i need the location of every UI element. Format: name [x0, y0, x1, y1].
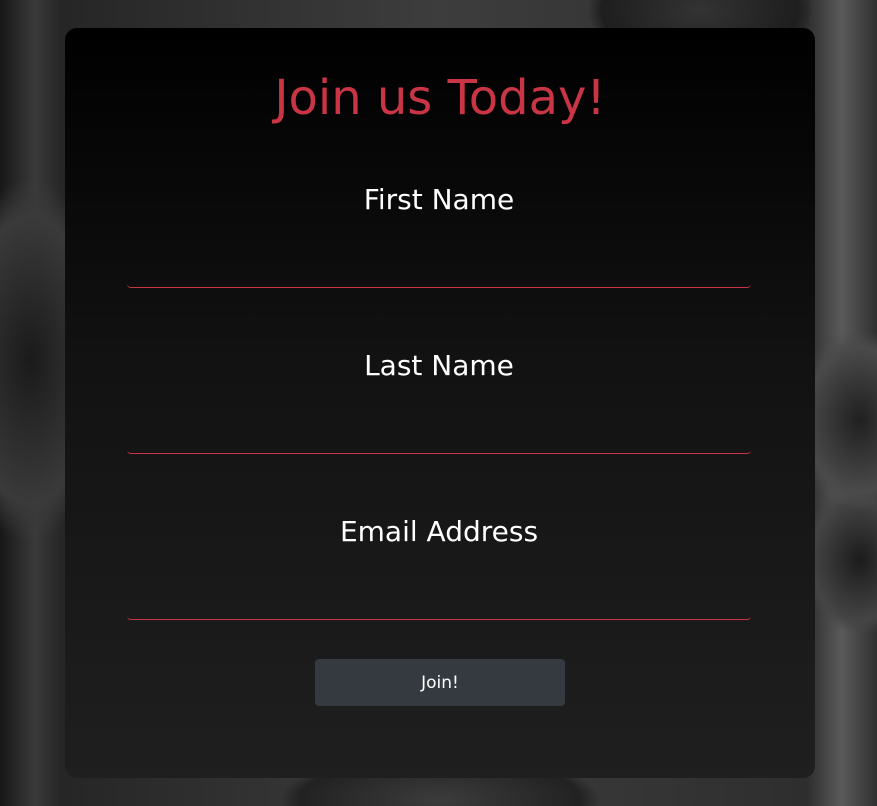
- last-name-field-group: Last Name: [127, 348, 751, 454]
- form-title: Join us Today!: [274, 70, 606, 126]
- signup-card: Join us Today! First Name Last Name Emai…: [65, 28, 815, 778]
- first-name-field-group: First Name: [127, 182, 751, 288]
- email-input[interactable]: [127, 584, 751, 620]
- email-field-group: Email Address: [127, 514, 751, 620]
- first-name-input[interactable]: [127, 252, 751, 288]
- join-button[interactable]: Join!: [315, 659, 565, 706]
- email-label: Email Address: [339, 515, 539, 548]
- last-name-label: Last Name: [364, 349, 514, 382]
- last-name-input[interactable]: [127, 418, 751, 454]
- first-name-label: First Name: [363, 183, 515, 216]
